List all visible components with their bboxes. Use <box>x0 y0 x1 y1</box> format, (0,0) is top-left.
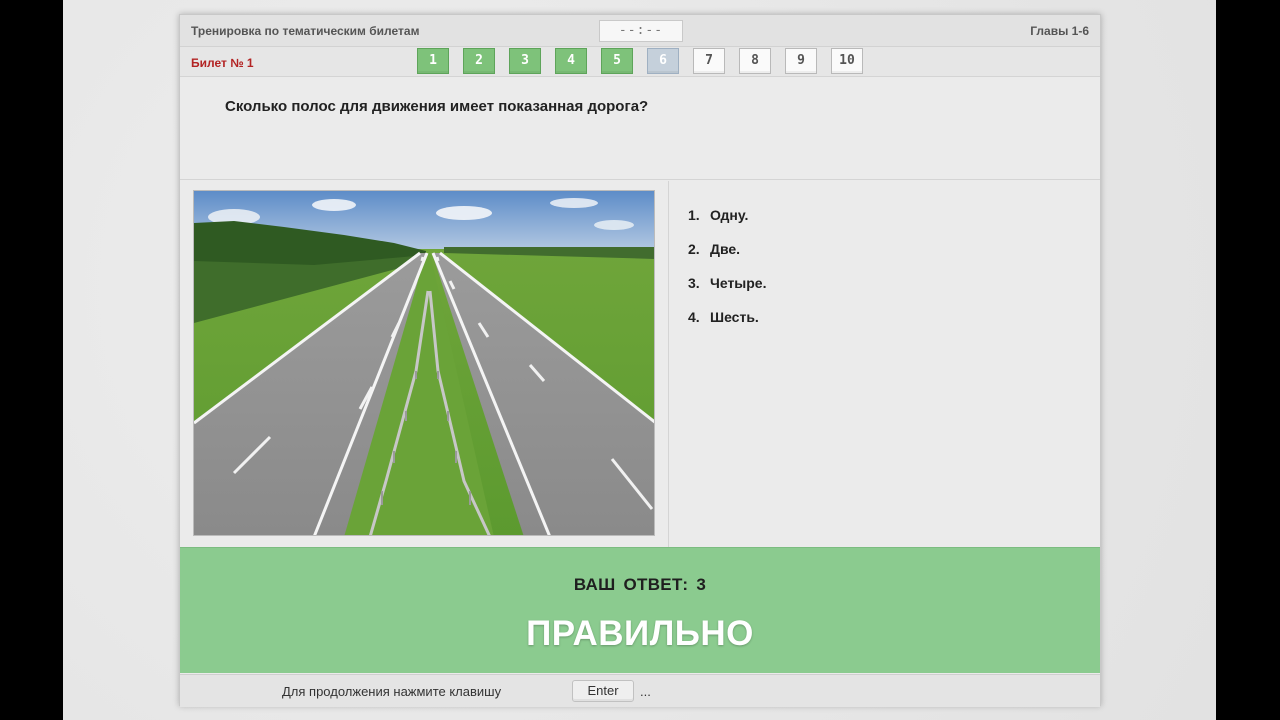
question-button-7[interactable]: 7 <box>693 48 725 74</box>
result-panel: ВАШ ОТВЕТ: 3 ПРАВИЛЬНО <box>180 547 1100 673</box>
road-photo <box>193 190 655 536</box>
continue-prompt: Для продолжения нажмите клавишу <box>282 684 502 699</box>
question-button-6[interactable]: 6 <box>647 48 679 74</box>
chapters-label: Главы 1-6 <box>1030 24 1089 38</box>
answer-option-2[interactable]: 2. Две. <box>688 241 766 275</box>
answer-text: Две. <box>710 241 741 257</box>
exam-window: Тренировка по тематическим билетам --:--… <box>179 14 1101 707</box>
mode-title: Тренировка по тематическим билетам <box>191 24 420 38</box>
enter-key-button[interactable]: Enter <box>572 680 634 702</box>
ticket-bar: Билет № 1 1 2 3 4 5 6 7 8 9 10 <box>180 47 1100 77</box>
answer-text: Одну. <box>710 207 749 223</box>
question-button-2[interactable]: 2 <box>463 48 495 74</box>
footer-bar: Для продолжения нажмите клавишу Enter ..… <box>180 674 1100 707</box>
question-button-4[interactable]: 4 <box>555 48 587 74</box>
answer-list: 1. Одну. 2. Две. 3. Четыре. 4. Шесть. <box>688 207 766 343</box>
answer-number: 4. <box>688 309 700 325</box>
question-button-1[interactable]: 1 <box>417 48 449 74</box>
your-answer-value: 3 <box>696 575 707 594</box>
answer-option-1[interactable]: 1. Одну. <box>688 207 766 241</box>
question-text: Сколько полос для движения имеет показан… <box>225 98 649 115</box>
header-bar: Тренировка по тематическим билетам --:--… <box>180 15 1100 47</box>
page-background: Тренировка по тематическим билетам --:--… <box>63 0 1216 720</box>
answer-number: 2. <box>688 241 700 257</box>
question-button-5[interactable]: 5 <box>601 48 633 74</box>
your-answer: ВАШ ОТВЕТ: 3 <box>180 575 1100 595</box>
answer-number: 3. <box>688 275 700 291</box>
verdict-text: ПРАВИЛЬНО <box>526 614 754 653</box>
timer-display: --:-- <box>599 20 683 42</box>
question-button-10[interactable]: 10 <box>831 48 863 74</box>
question-content: 1. Одну. 2. Две. 3. Четыре. 4. Шесть. <box>180 181 1100 547</box>
question-button-8[interactable]: 8 <box>739 48 771 74</box>
your-answer-label: ВАШ ОТВЕТ: <box>573 575 689 594</box>
answer-text: Четыре. <box>710 275 767 291</box>
question-button-9[interactable]: 9 <box>785 48 817 74</box>
answer-option-3[interactable]: 3. Четыре. <box>688 275 766 309</box>
highway-illustration <box>194 191 654 535</box>
ticket-label: Билет № 1 <box>191 56 254 70</box>
ellipsis: ... <box>640 684 651 699</box>
answer-option-4[interactable]: 4. Шесть. <box>688 309 766 343</box>
question-navigator: 1 2 3 4 5 6 7 8 9 10 <box>417 48 863 74</box>
answer-text: Шесть. <box>710 309 759 325</box>
question-button-3[interactable]: 3 <box>509 48 541 74</box>
question-area: Сколько полос для движения имеет показан… <box>180 78 1100 180</box>
image-pane <box>180 181 669 547</box>
answer-number: 1. <box>688 207 700 223</box>
